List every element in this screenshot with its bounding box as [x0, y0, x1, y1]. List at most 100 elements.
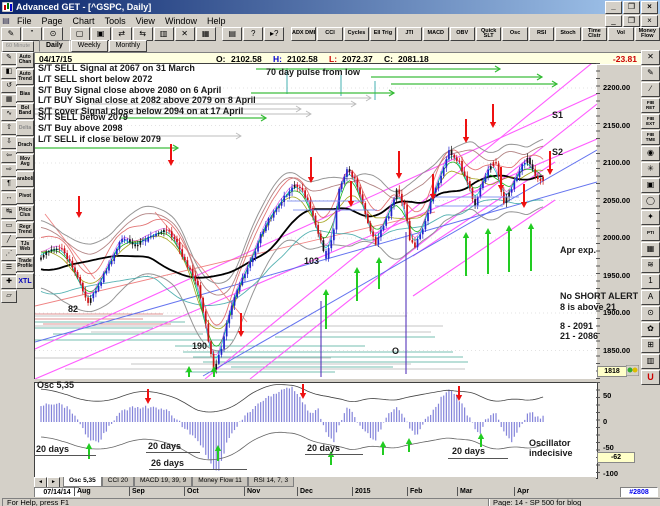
study-button-money-flow[interactable]: Money Flow [634, 27, 660, 41]
study-shortcut-bias[interactable]: Bias [16, 86, 34, 102]
next-page-icon[interactable]: ⇆ [132, 27, 153, 41]
copy-page-icon[interactable]: ▥ [641, 354, 660, 369]
trendline-tool-icon[interactable]: ∕ [641, 82, 660, 97]
undo-icon[interactable]: U [641, 370, 660, 385]
study-shortcut-regr-trend[interactable]: Regr Trend [16, 222, 34, 238]
study-shortcut-tjs-web[interactable]: TJs Web [16, 239, 34, 255]
indicator-tab-cci-20[interactable]: CCI 20 [101, 477, 134, 487]
study-shortcut-drach[interactable]: Drach [16, 137, 34, 153]
gann-fan-icon[interactable]: ⋰ [1, 248, 17, 261]
study-button-rsi[interactable]: RSI [528, 27, 555, 41]
child-close-button[interactable]: × [641, 14, 658, 27]
print-icon[interactable]: ▤ [222, 27, 243, 41]
study-button-time-clstr[interactable]: Time Clstr [581, 27, 608, 41]
menu-chart[interactable]: Chart [68, 16, 100, 26]
fib-time-icon[interactable]: FIB TME [641, 130, 660, 145]
scroll-up-icon[interactable]: ⇧ [1, 122, 17, 135]
study-button-adx-dmi[interactable]: ADX DMI [290, 27, 317, 41]
study-button-osc[interactable]: Osc [502, 27, 528, 41]
elliott-wave-icon[interactable]: ∿ [1, 108, 17, 121]
notes-icon[interactable]: ✎ [1, 27, 21, 41]
indicator-tab-money-flow-11[interactable]: Money Flow 11 [192, 477, 248, 487]
pencil-tool-icon[interactable]: ✎ [1, 52, 17, 65]
fib-extension-icon[interactable]: FIB EXT [641, 114, 660, 129]
flag-tool-icon[interactable]: ◧ [1, 66, 17, 79]
oscillator-panel[interactable] [34, 382, 598, 479]
indicator-tab-macd-19-39-9[interactable]: MACD 19, 39, 9 [133, 477, 193, 487]
price-chart[interactable] [34, 63, 597, 379]
study-button-macd[interactable]: MACD [423, 27, 449, 41]
menu-tools[interactable]: Tools [100, 16, 131, 26]
open-layout-icon[interactable]: ▣ [90, 27, 111, 41]
ellipse-tool-icon[interactable]: ◯ [641, 194, 660, 209]
child-minimize-button[interactable]: _ [605, 14, 622, 27]
quote-icon[interactable]: ” [22, 27, 42, 41]
study-button-quick-slt[interactable]: Quick SLT [475, 27, 502, 41]
chart-type-icon[interactable]: ▦ [195, 27, 216, 41]
expand-bars-icon[interactable]: ↔ [1, 192, 17, 205]
restore-button[interactable]: ❐ [623, 0, 640, 14]
study-shortcut-price-clus[interactable]: Price Clus [16, 205, 34, 221]
scroll-left-icon[interactable]: ⇦ [1, 150, 17, 163]
alert-sparkle-icon[interactable] [626, 365, 639, 376]
study-shortcut-auto-chan[interactable]: Auto Chan [16, 52, 34, 68]
palette-icon[interactable]: ✿ [641, 322, 660, 337]
study-shortcut-trade-profile[interactable]: Trade Profile [16, 256, 34, 272]
study-button-cci[interactable]: CCI [317, 27, 343, 41]
shapes-tool-icon[interactable]: ✦ [641, 210, 660, 225]
gann-fan-icon[interactable]: ✳ [641, 162, 660, 177]
text-tool-icon[interactable]: A [641, 290, 660, 305]
pencil-tool-icon[interactable]: ✎ [641, 66, 660, 81]
crosshair-icon[interactable]: ✚ [1, 276, 17, 289]
study-button-jti[interactable]: JTI [396, 27, 423, 41]
zoom-icon[interactable]: ⊙ [43, 27, 63, 41]
options-grid-icon[interactable]: ⊞ [641, 338, 660, 353]
gann-circle-icon[interactable]: ◉ [641, 146, 660, 161]
bar-number-icon[interactable]: ¶ [1, 178, 17, 191]
indicator-tab-rsi-14-7-3[interactable]: RSI 14, 7, 3 [247, 477, 295, 487]
reset-tool-icon[interactable]: ↺ [1, 80, 17, 93]
study-shortcut-mov-avg[interactable]: Mov Avg [16, 154, 34, 170]
copy-chart-icon[interactable]: ▥ [153, 27, 174, 41]
context-help-icon[interactable]: ▸? [264, 27, 285, 41]
study-list-icon[interactable]: ▦ [1, 94, 17, 107]
close-button[interactable]: × [641, 0, 658, 14]
scroll-right-icon[interactable]: ⇨ [1, 164, 17, 177]
study-button-cycles[interactable]: Cycles [343, 27, 370, 41]
fib-lines-icon[interactable]: ☰ [1, 262, 17, 275]
grid-tool-icon[interactable]: ▦ [641, 242, 660, 257]
indicator-tab-osc-5-35[interactable]: Osc 5,35 [63, 477, 102, 487]
period-tab-monthly[interactable]: Monthly [108, 40, 148, 52]
study-shortcut-pivot[interactable]: Pivot [16, 188, 34, 204]
study-button-vol[interactable]: Vol [608, 27, 634, 41]
new-chart-icon[interactable]: ▢ [69, 27, 90, 41]
child-restore-button[interactable]: ❐ [623, 14, 640, 27]
study-button-ell-trig[interactable]: Ell Trig [370, 27, 396, 41]
study-shortcut-parabolic[interactable]: Parabolic [16, 171, 34, 187]
study-shortcut-delta[interactable]: Delta [16, 120, 34, 136]
menu-view[interactable]: View [131, 16, 160, 26]
delete-tool-icon[interactable]: ✕ [641, 50, 660, 65]
mob-icon[interactable]: ≋ [641, 258, 660, 273]
folder-icon[interactable]: ▱ [1, 290, 17, 303]
box-tool-icon[interactable]: ▣ [641, 178, 660, 193]
menu-help[interactable]: Help [202, 16, 231, 26]
delete-icon[interactable]: ✕ [174, 27, 195, 41]
study-shortcut-xtl[interactable]: XTL [16, 273, 34, 289]
fib-retracement-icon[interactable]: FIB RET [641, 98, 660, 113]
study-shortcut-bol-band[interactable]: Bol Band [16, 103, 34, 119]
compress-bars-icon[interactable]: ↹ [1, 206, 17, 219]
pti-icon[interactable]: PTI [641, 226, 660, 241]
period-tab-daily[interactable]: Daily [39, 40, 70, 52]
zoom-tool-icon[interactable]: ⊙ [641, 306, 660, 321]
prev-page-icon[interactable]: ⇄ [111, 27, 132, 41]
period-tab-weekly[interactable]: Weekly [70, 40, 108, 52]
label-tool-icon[interactable]: 1 [641, 274, 660, 289]
study-shortcut-auto-trend[interactable]: Auto Trend [16, 69, 34, 85]
menu-file[interactable]: File [12, 16, 37, 26]
scroll-down-icon[interactable]: ⇩ [1, 136, 17, 149]
minimize-button[interactable]: _ [605, 0, 622, 14]
lines-tool-icon[interactable]: ╱ [1, 234, 17, 247]
menu-page[interactable]: Page [37, 16, 68, 26]
help-icon[interactable]: ? [243, 27, 264, 41]
